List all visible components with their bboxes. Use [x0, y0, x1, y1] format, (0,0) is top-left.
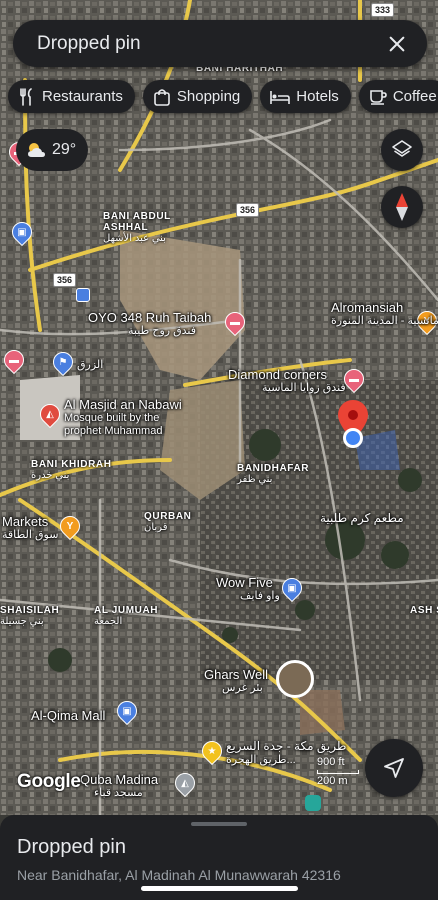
poi-ghars-well[interactable]: Ghars Well بئر غرس: [204, 667, 268, 695]
weather-temperature: 29°: [52, 141, 77, 158]
home-indicator[interactable]: [141, 886, 298, 891]
poi-markets[interactable]: Markets سوق الطاقة: [2, 514, 58, 542]
layers-icon: [392, 140, 412, 157]
poi-diamond-corners[interactable]: Diamond corners فندق زوايا الماسية: [228, 367, 346, 395]
poi-oyo-ruh-taibah[interactable]: OYO 348 Ruh Taibah فندق روح طيبة: [88, 310, 211, 338]
poi-wow-five[interactable]: Wow Five واو فايف: [216, 575, 280, 603]
road-shield-356: 356: [53, 273, 77, 287]
chip-coffee[interactable]: Coffee: [358, 80, 438, 113]
place-address: Near Banidhafar, Al Madinah Al Munawwara…: [17, 867, 341, 883]
coffee-cup-icon: [370, 89, 387, 105]
current-location-dot: [343, 428, 363, 448]
category-chips: Restaurants Shopping Hotels Coffee: [8, 80, 438, 113]
my-location-button[interactable]: [365, 739, 423, 797]
area-label-ash-s: ASH S: [410, 605, 438, 616]
navigation-arrow-icon: [384, 758, 404, 778]
scale-feet: 900 ft: [317, 756, 345, 768]
chip-restaurants[interactable]: Restaurants: [8, 80, 135, 113]
scale-meters: 200 m: [317, 775, 348, 787]
partly-cloudy-icon: [28, 143, 45, 157]
weather-chip[interactable]: 29°: [16, 129, 88, 171]
ghars-well-photo-marker[interactable]: [276, 660, 314, 698]
bed-icon: [270, 90, 291, 104]
layers-button[interactable]: [381, 129, 423, 171]
poi-karam-restaurant[interactable]: مطعم كرم طلبية: [320, 511, 404, 526]
scale-bar: [317, 770, 359, 774]
area-label-bani-abdul-ashhal: BANI ABDUL ASHHAL بني عبد الأشهل: [103, 211, 171, 244]
chip-hotels[interactable]: Hotels: [260, 80, 351, 113]
shopping-bag-icon: [154, 88, 170, 106]
poi-arabic-label[interactable]: الزرق: [77, 358, 103, 373]
chip-label: Restaurants: [42, 88, 123, 105]
road-shield-333: 333: [371, 3, 395, 17]
bus-stop-icon[interactable]: [76, 288, 90, 302]
google-logo: Google: [17, 771, 81, 792]
area-label-al-jumuah: AL JUMUAH الجمعة: [94, 605, 159, 627]
chip-label: Shopping: [176, 88, 241, 105]
road-shield-356: 356: [236, 203, 260, 217]
map-scale: 900 ft 200 m: [317, 756, 359, 788]
poi-quba-madina[interactable]: Quba Madina مسجد قباء: [80, 772, 158, 800]
search-query-text[interactable]: Dropped pin: [37, 33, 385, 55]
map-canvas[interactable]: BANI HARITHAH BANI ABDUL ASHHAL بني عبد ال…: [0, 0, 438, 815]
area-label-banidhafar: BANIDHAFAR بني ظفر: [237, 463, 310, 485]
chip-shopping[interactable]: Shopping: [142, 80, 253, 113]
compass-icon: [396, 193, 408, 221]
place-bottom-sheet[interactable]: Dropped pin Near Banidhafar, Al Madinah …: [0, 815, 438, 900]
chip-label: Hotels: [296, 88, 339, 105]
poi-al-qima-mall[interactable]: Al-Qima Mall: [31, 708, 105, 723]
close-icon[interactable]: [385, 32, 409, 56]
place-title: Dropped pin: [17, 836, 126, 858]
compass-button[interactable]: [381, 186, 423, 228]
area-label-bani-khidrah: BANI KHIDRAH بني خدرة: [31, 459, 112, 481]
drag-handle[interactable]: [191, 822, 247, 826]
camera-marker-icon[interactable]: [305, 795, 321, 811]
poi-al-masjid-an-nabawi[interactable]: Al Masjid an Nabawi Mosque built by the p…: [64, 397, 184, 438]
area-label-shaisilah: SHAISILAH بني جسيلة: [0, 605, 60, 627]
fork-knife-icon: [20, 87, 32, 106]
chip-label: Coffee: [392, 88, 437, 105]
area-label-qurban: QURBAN قربان: [144, 511, 192, 533]
poi-alromansiah[interactable]: Alromansiahالرومانسية - المدينة المنورة: [331, 300, 438, 328]
search-bar[interactable]: Dropped pin: [13, 20, 427, 67]
